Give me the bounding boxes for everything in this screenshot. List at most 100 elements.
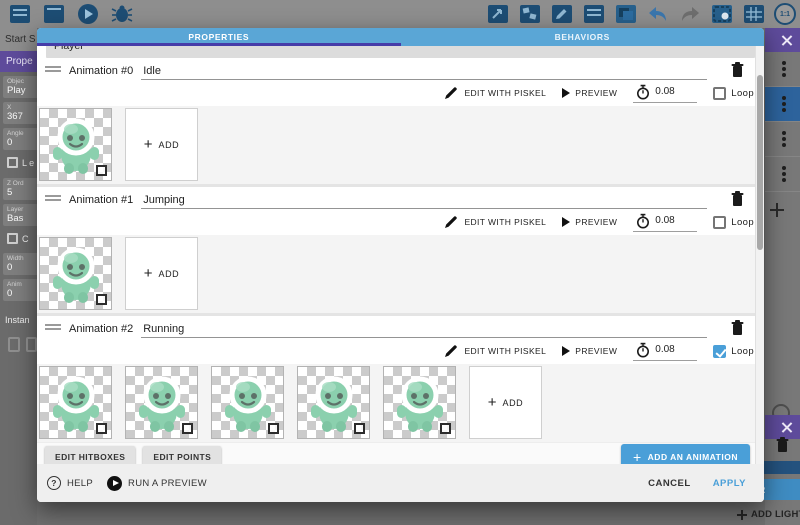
animation-frame-thumbnail[interactable] — [297, 366, 370, 439]
loop-checkbox[interactable] — [713, 216, 726, 229]
animation-title: Animation #2 — [69, 323, 133, 338]
layers-icon[interactable] — [614, 3, 638, 25]
add-object-icon[interactable] — [486, 3, 510, 25]
scene-tab[interactable]: Start S — [0, 28, 37, 51]
preview-button[interactable]: PREVIEW — [562, 217, 617, 227]
edit-with-piskel-button[interactable]: EDIT WITH PISKEL — [443, 214, 546, 230]
left-panel-field[interactable]: Z Ord5 — [3, 178, 37, 200]
add-object-row[interactable] — [765, 192, 800, 227]
add-frame-button[interactable]: +ADD — [125, 108, 198, 181]
drag-handle-icon[interactable] — [45, 66, 61, 74]
play-icon[interactable] — [76, 3, 100, 25]
frame-period-field[interactable]: 0.08 — [633, 342, 697, 361]
loop-checkbox[interactable] — [713, 87, 726, 100]
left-panel-field[interactable]: LayerBas — [3, 204, 37, 226]
edit-hitboxes-button[interactable]: EDIT HITBOXES — [45, 446, 135, 465]
animation-frame-thumbnail[interactable] — [39, 366, 112, 439]
frame-period-field[interactable]: 0.08 — [633, 84, 697, 103]
add-frame-button[interactable]: +ADD — [469, 366, 542, 439]
edit-with-piskel-button[interactable]: EDIT WITH PISKEL — [443, 85, 546, 101]
edit-with-piskel-button[interactable]: EDIT WITH PISKEL — [443, 343, 546, 359]
dialog-scrollbar[interactable] — [755, 46, 764, 464]
period-value: 0.08 — [655, 215, 674, 226]
more-options-icon[interactable] — [782, 137, 786, 141]
animation-frame-thumbnail[interactable] — [39, 237, 112, 310]
loop-toggle[interactable]: Loop — [713, 87, 754, 100]
zoom-1-1-icon[interactable]: 1:1 — [774, 3, 796, 25]
project-manager-icon[interactable] — [8, 3, 32, 25]
loop-checkbox[interactable] — [713, 345, 726, 358]
loop-toggle[interactable]: Loop — [713, 345, 754, 358]
redo-icon[interactable] — [678, 4, 702, 24]
left-panel-checkbox-row[interactable]: L e — [3, 154, 37, 174]
animation-name-field[interactable]: Idle — [141, 65, 707, 80]
left-panel-checkbox-row[interactable]: C — [3, 230, 37, 250]
frame-select-checkbox[interactable] — [268, 423, 279, 434]
loop-label: Loop — [731, 346, 754, 357]
add-frame-button[interactable]: +ADD — [125, 237, 198, 310]
plus-icon[interactable] — [770, 203, 784, 217]
left-panel-field[interactable]: ObjecPlay — [3, 76, 37, 98]
left-panel-field[interactable]: X367 — [3, 102, 37, 124]
apply-button[interactable]: APPLY — [713, 478, 746, 489]
debug-icon[interactable] — [110, 3, 134, 25]
animation-frame-thumbnail[interactable] — [211, 366, 284, 439]
frame-select-checkbox[interactable] — [96, 294, 107, 305]
animation-frame-thumbnail[interactable] — [39, 108, 112, 181]
frames-row: +ADD — [37, 364, 764, 442]
more-options-icon[interactable] — [782, 172, 786, 176]
checkbox-icon[interactable] — [7, 233, 18, 244]
help-button[interactable]: ?HELP — [47, 476, 93, 490]
loop-toggle[interactable]: Loop — [713, 216, 754, 229]
left-panel-field[interactable]: Anim0 — [3, 279, 37, 301]
frame-select-checkbox[interactable] — [354, 423, 365, 434]
objects-group-icon[interactable] — [518, 3, 542, 25]
animation-name-field[interactable]: Running — [141, 323, 707, 338]
delete-animation-icon[interactable] — [729, 61, 746, 78]
frame-select-checkbox[interactable] — [182, 423, 193, 434]
close-icon[interactable] — [781, 35, 792, 46]
checkbox-icon[interactable] — [7, 157, 18, 168]
properties-list-icon[interactable] — [582, 3, 606, 25]
more-options-icon[interactable] — [782, 67, 786, 71]
left-panel-field[interactable]: Angle0 — [3, 128, 37, 150]
active-tab-indicator — [37, 43, 401, 46]
edit-points-button[interactable]: EDIT POINTS — [143, 446, 221, 465]
scene-window-icon[interactable] — [42, 3, 66, 25]
add-lighting-layer-button[interactable]: ADD LIGHTING LAYER — [737, 509, 800, 520]
object-list-item[interactable] — [765, 52, 800, 87]
drag-handle-icon[interactable] — [45, 195, 61, 203]
more-options-icon[interactable] — [782, 102, 786, 106]
capture-icon[interactable] — [710, 3, 734, 25]
close-icon[interactable] — [781, 422, 792, 433]
layer-row[interactable] — [760, 461, 800, 474]
preview-button[interactable]: PREVIEW — [562, 88, 617, 98]
object-list-item[interactable] — [765, 157, 800, 192]
add-animation-button[interactable]: + ADD AN ANIMATION — [621, 444, 750, 465]
grid-icon[interactable] — [742, 3, 766, 25]
run-preview-button[interactable]: RUN A PREVIEW — [107, 476, 207, 491]
frame-select-checkbox[interactable] — [96, 165, 107, 176]
object-name-field[interactable]: Player — [46, 46, 755, 58]
delete-layer-icon[interactable] — [774, 436, 791, 453]
edit-icon[interactable] — [550, 3, 574, 25]
tab-behaviors[interactable]: BEHAVIORS — [401, 28, 765, 46]
frame-period-field[interactable]: 0.08 — [633, 213, 697, 232]
animation-frame-thumbnail[interactable] — [125, 366, 198, 439]
undo-icon[interactable] — [646, 4, 670, 24]
animation-name-field[interactable]: Jumping — [141, 194, 707, 209]
animation-frame-thumbnail[interactable] — [383, 366, 456, 439]
object-list-item-selected[interactable] — [765, 87, 800, 122]
delete-animation-icon[interactable] — [729, 190, 746, 207]
preview-button[interactable]: PREVIEW — [562, 346, 617, 356]
scrollbar-thumb[interactable] — [757, 75, 763, 250]
loop-label: Loop — [731, 88, 754, 99]
add-frame-label: ADD — [158, 269, 179, 279]
left-panel-field[interactable]: Width0 — [3, 253, 37, 275]
delete-animation-icon[interactable] — [729, 319, 746, 336]
cancel-button[interactable]: CANCEL — [648, 478, 691, 489]
object-list-item[interactable] — [765, 122, 800, 157]
drag-handle-icon[interactable] — [45, 324, 61, 332]
frame-select-checkbox[interactable] — [96, 423, 107, 434]
frame-select-checkbox[interactable] — [440, 423, 451, 434]
